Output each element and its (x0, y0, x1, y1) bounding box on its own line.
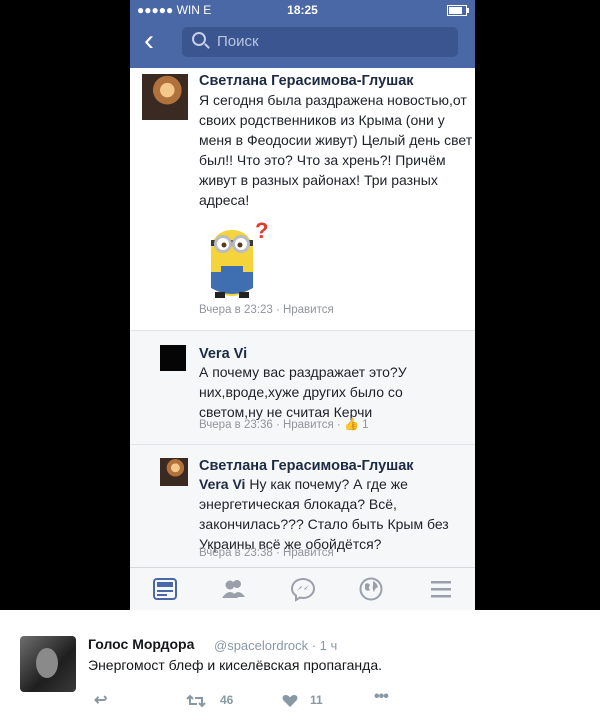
search-placeholder: Поиск (217, 33, 259, 50)
more-options-icon[interactable]: ••• (374, 688, 389, 706)
retweet-icon[interactable] (186, 694, 206, 708)
avatar[interactable] (142, 74, 188, 120)
top-nav: ‹ Поиск (130, 20, 475, 68)
retweet-count: 46 (220, 693, 234, 707)
like-count: 11 (310, 693, 323, 707)
comment-text: Vera Vi Ну как почему? А где же энергети… (199, 474, 469, 554)
like-count: 1 (362, 419, 369, 431)
reply-icon[interactable]: ↩ (94, 690, 107, 710)
comment-author[interactable]: Vera Vi (199, 346, 247, 362)
svg-text:?: ? (255, 218, 268, 243)
tweet-avatar[interactable] (20, 636, 76, 692)
comment-text: Я сегодня была раздражена новостью,от св… (199, 92, 473, 208)
comment-mention[interactable]: Vera Vi (199, 476, 245, 492)
search-icon (192, 32, 206, 46)
comment-author[interactable]: Светлана Герасимова-Глушак (199, 73, 414, 89)
messenger-icon[interactable] (290, 576, 316, 602)
comment: Светлана Герасимова-Глушак Я сегодня был… (130, 68, 475, 330)
comment-meta[interactable]: Вчера в 23:38 · Нравится (199, 547, 334, 559)
globe-icon[interactable] (358, 576, 384, 602)
battery-icon (447, 5, 469, 16)
like-thumb-icon: 👍 (343, 417, 359, 431)
news-feed-icon[interactable] (152, 576, 178, 602)
friends-icon[interactable] (220, 576, 246, 602)
tweet-author-name[interactable]: Голос Мордора (88, 636, 194, 652)
avatar[interactable] (160, 458, 188, 486)
status-bar: ●●●●● WIN E 18:25 (130, 0, 475, 20)
menu-icon[interactable] (428, 576, 454, 602)
comment: Vera Vi А почему вас раздражает это?У ни… (130, 330, 475, 445)
search-input[interactable]: Поиск (182, 27, 458, 57)
tweet-handle[interactable]: @spacelordrock · 1 ч (214, 638, 337, 653)
back-arrow-icon[interactable]: ‹ (144, 26, 154, 56)
phone-screenshot: ●●●●● WIN E 18:25 ‹ Поиск Светлана Герас… (130, 0, 475, 610)
minion-sticker: ? (211, 218, 268, 298)
clock: 18:25 (287, 3, 318, 17)
comment-meta-text[interactable]: Вчера в 23:36 · Нравится · (199, 419, 341, 431)
comment-meta[interactable]: Вчера в 23:23 · Нравится (199, 304, 334, 316)
avatar[interactable] (160, 345, 186, 371)
comment-meta: Вчера в 23:36 · Нравится · 👍 1 (199, 417, 369, 431)
tweet-text: Энергомост блеф и киселёвская пропаганда… (88, 657, 382, 673)
comment-author[interactable]: Светлана Герасимова-Глушак (199, 458, 414, 474)
tab-bar (130, 567, 475, 610)
heart-icon[interactable] (282, 694, 298, 708)
tweet: Голос Мордора @spacelordrock · 1 ч Энерг… (0, 610, 600, 718)
comment: Светлана Герасимова-Глушак Vera Vi Ну ка… (130, 444, 475, 571)
comment-text: А почему вас раздражает это?У них,вроде,… (199, 364, 407, 420)
